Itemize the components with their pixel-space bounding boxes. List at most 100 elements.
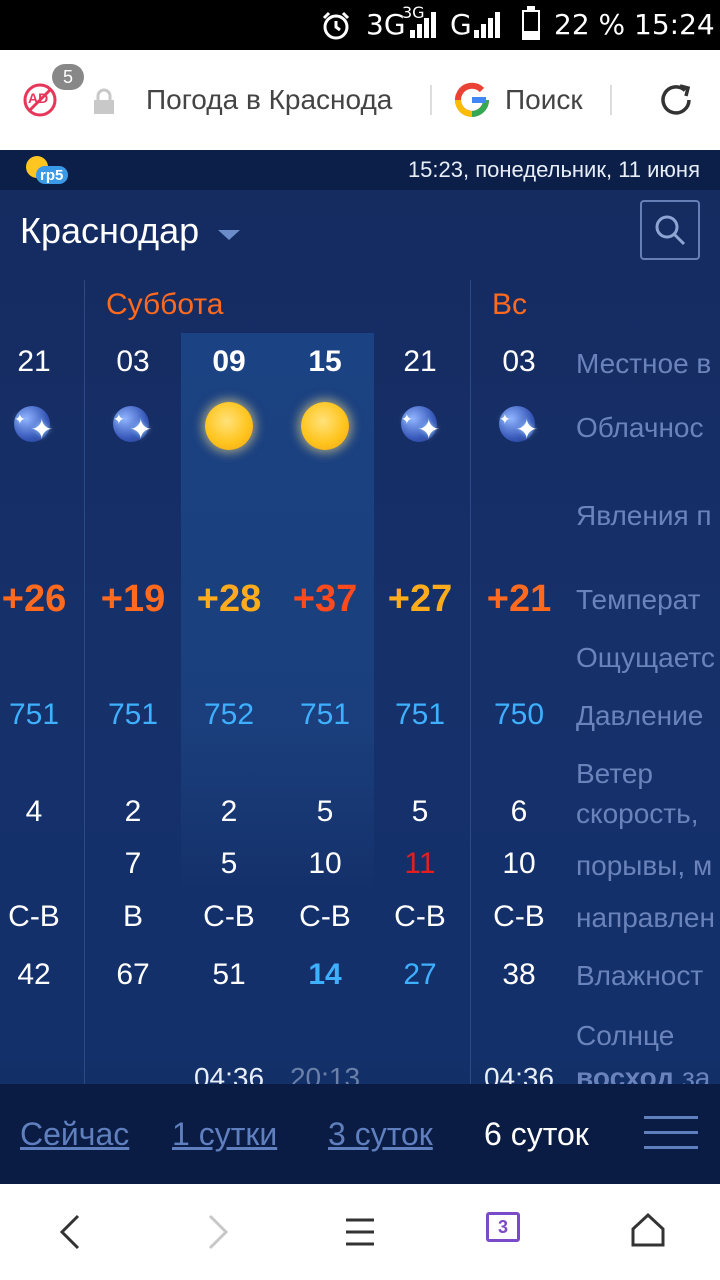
tab-now[interactable]: Сейчас (20, 1084, 129, 1184)
forecast-wind-gust: 10 (308, 847, 342, 880)
tabs-count: 3 (497, 1217, 508, 1237)
adblock-label: AD (28, 90, 49, 106)
tab-6-days[interactable]: 6 суток (484, 1084, 589, 1184)
status-time: 15:24 (634, 8, 715, 41)
chevron-down-icon[interactable] (218, 230, 240, 240)
forecast-wind-speed: 5 (411, 795, 429, 828)
param-label-feels-like: Ощущаетс (576, 642, 715, 673)
forecast-temp: +27 (387, 578, 453, 620)
forecast-wind-direction: С-В (203, 900, 255, 933)
browser-bar: AD 5 Погода в Краснода Поиск (0, 50, 720, 150)
param-label-pressure: Давление (576, 700, 704, 731)
forecast-wind-gust: 7 (124, 847, 142, 880)
forecast-humidity: 42 (17, 958, 51, 991)
forecast-time: 03 (502, 345, 536, 378)
rp5-logo-text: rp5 (40, 167, 64, 184)
forward-icon[interactable] (202, 1214, 232, 1250)
forecast-pressure: 752 (203, 698, 255, 731)
forecast-pressure: 751 (8, 698, 60, 731)
forecast-humidity: 38 (502, 958, 536, 991)
sun-icon (301, 402, 349, 450)
battery-icon (522, 6, 540, 40)
google-icon[interactable] (452, 80, 492, 120)
forecast-pressure: 751 (299, 698, 351, 731)
period-tabs: Сейчас 1 сутки 3 суток 6 суток (0, 1084, 720, 1184)
param-label-sun: Солнце (576, 1020, 675, 1051)
rp5-logo[interactable]: rp5 (24, 154, 70, 186)
forecast-wind-speed: 4 (25, 795, 43, 828)
forecast-pressure: 751 (107, 698, 159, 731)
search-icon (655, 215, 686, 246)
forecast-wind-gust: 10 (502, 847, 536, 880)
menu-icon[interactable] (344, 1216, 376, 1248)
forecast-time: 09 (212, 345, 246, 378)
forecast-wind-direction: С-В (394, 900, 446, 933)
browser-nav-bar: 3 (0, 1184, 720, 1280)
forecast-temp: +26 (1, 578, 67, 620)
forecast-wind-speed: 2 (220, 795, 238, 828)
forecast-wind-gust: 11 (404, 847, 436, 880)
param-label-clouds: Облачнос (576, 412, 704, 443)
param-label-temperature: Температ (576, 584, 701, 615)
tab-1-day[interactable]: 1 сутки (172, 1084, 277, 1184)
param-label-humidity: Влажност (576, 960, 704, 991)
status-bar: 3G 3G G 22 % 15:24 (0, 0, 720, 50)
network-type-label: 3G (366, 8, 406, 41)
param-label-gusts: порывы, м (576, 850, 713, 881)
forecast-pressure: 751 (394, 698, 446, 731)
night-clear-icon: ✦ ✦ (397, 402, 445, 450)
day-label-sunday: Вс (492, 288, 528, 321)
forecast-wind-gust: 5 (220, 847, 238, 880)
param-label-wind: Ветер (576, 758, 653, 789)
night-clear-icon: ✦ ✦ (495, 402, 543, 450)
forecast-temp: +28 (196, 578, 262, 620)
search-button[interactable] (640, 200, 700, 260)
home-icon[interactable] (630, 1212, 666, 1248)
adblock-icon[interactable]: AD (22, 82, 58, 118)
signal-icon-2 (474, 12, 500, 38)
tabs-icon[interactable]: 3 (486, 1212, 520, 1242)
reload-icon[interactable] (656, 80, 696, 120)
night-clear-icon: ✦ ✦ (109, 402, 157, 450)
param-label-phenomena: Явления п (576, 500, 712, 531)
forecast-temp: +37 (292, 578, 358, 620)
network-type2-label: G (450, 8, 472, 41)
forecast-pressure: 750 (493, 698, 545, 731)
page-title[interactable]: Погода в Краснода (146, 50, 392, 150)
forecast-humidity: 14 (308, 958, 342, 991)
ad-count-badge: 5 (52, 64, 84, 90)
sun-icon (205, 402, 253, 450)
city-selector[interactable]: Краснодар (20, 210, 199, 252)
forecast-time: 03 (116, 345, 150, 378)
signal-icon (410, 12, 436, 38)
forecast-temp: +21 (486, 578, 552, 620)
forecast-temp: +19 (100, 578, 166, 620)
forecast-wind-speed: 2 (124, 795, 142, 828)
forecast-wind-speed: 6 (510, 795, 528, 828)
tab-3-days[interactable]: 3 суток (328, 1084, 433, 1184)
back-icon[interactable] (56, 1214, 86, 1250)
forecast-time: 21 (17, 345, 51, 378)
day-label-saturday: Суббота (106, 288, 224, 321)
alarm-icon (322, 11, 350, 40)
night-clear-icon: ✦ ✦ (10, 402, 58, 450)
weather-app: rp5 15:23, понедельник, 11 июня Краснода… (0, 150, 720, 1184)
forecast-wind-direction: С-В (493, 900, 545, 933)
forecast-humidity: 51 (212, 958, 246, 991)
param-label-direction: направлен (576, 902, 715, 933)
search-label[interactable]: Поиск (505, 50, 583, 150)
current-datetime: 15:23, понедельник, 11 июня (407, 157, 700, 182)
forecast-wind-direction: С-В (8, 900, 60, 933)
forecast-humidity: 67 (116, 958, 150, 991)
hamburger-menu-icon[interactable] (644, 1116, 698, 1150)
param-label-local-time: Местное в (576, 348, 712, 379)
forecast-humidity: 27 (403, 958, 437, 991)
forecast-wind-speed: 5 (316, 795, 334, 828)
divider (430, 85, 432, 115)
param-label-wind-speed: скорость, (576, 798, 699, 829)
divider (610, 85, 612, 115)
top-strip: rp5 15:23, понедельник, 11 июня (0, 150, 720, 190)
forecast-time: 21 (403, 345, 437, 378)
battery-percent: 22 % (554, 8, 626, 41)
forecast-wind-direction: С-В (299, 900, 351, 933)
